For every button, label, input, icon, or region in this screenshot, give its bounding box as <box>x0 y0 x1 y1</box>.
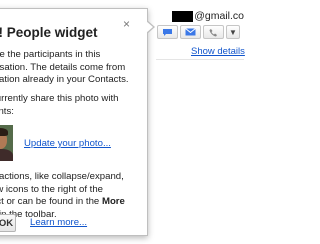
tips-line: ow icons to the right of the <box>0 183 103 195</box>
more-menu-label: More <box>101 196 125 207</box>
contact-actions: ▼ <box>157 25 240 39</box>
contact-email: @gmail.co <box>194 10 244 22</box>
contact-email-row: @gmail.co <box>172 9 244 23</box>
people-widget-popup: v! People widget × are the participants … <box>0 8 148 236</box>
close-icon[interactable]: × <box>123 17 130 31</box>
dropdown-arrow-icon: ▼ <box>229 27 237 37</box>
intro-text: are the participants in this ersation. T… <box>0 49 141 87</box>
chat-button[interactable] <box>157 25 178 39</box>
share-text: currently share this photo with ients: <box>0 93 141 118</box>
share-line: ients: <box>0 105 14 117</box>
share-line: currently share this photo with <box>0 93 119 104</box>
divider <box>156 59 244 60</box>
email-button[interactable] <box>180 25 201 39</box>
tips-line: e actions, like collapse/expand, <box>0 171 124 182</box>
intro-line: mation already in your Contacts. <box>0 74 129 85</box>
mail-icon <box>185 28 196 36</box>
tips-line-text: ect or can be found in the <box>0 196 100 207</box>
learn-more-link[interactable]: Learn more... <box>30 217 87 228</box>
popup-pointer-fill <box>146 21 153 33</box>
show-details-link[interactable]: Show details <box>191 46 245 57</box>
intro-line: are the participants in this <box>0 49 101 60</box>
update-photo-link[interactable]: Update your photo... <box>24 138 111 149</box>
ok-button[interactable]: OK <box>0 214 16 232</box>
redacted-name <box>172 10 194 22</box>
avatar <box>0 125 13 161</box>
phone-icon <box>209 28 217 36</box>
chat-icon <box>163 28 172 36</box>
popup-title: v! People widget <box>0 25 98 40</box>
intro-line: ersation. The details come from <box>0 61 126 73</box>
tips-text: e actions, like collapse/expand, ow icon… <box>0 171 141 221</box>
call-button[interactable] <box>203 25 224 39</box>
tips-line: ect or can be found in the More <box>0 196 141 209</box>
more-actions-button[interactable]: ▼ <box>226 25 240 39</box>
